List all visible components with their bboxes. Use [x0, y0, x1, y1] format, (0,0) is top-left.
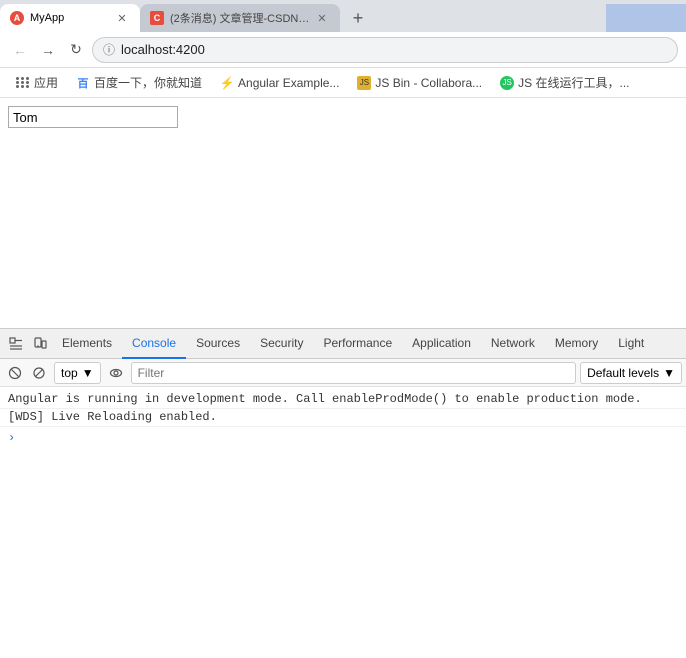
tab-1-title: MyApp	[30, 12, 110, 24]
page-content	[0, 98, 686, 328]
tab-sources[interactable]: Sources	[186, 329, 250, 359]
ban-icon-button[interactable]	[28, 362, 50, 384]
browser-chrome: A MyApp ✕ C (2条消息) 文章管理-CSDN博客 ✕ + ← → ↻…	[0, 0, 686, 98]
bookmark-angular[interactable]: ⚡ Angular Example...	[212, 71, 347, 95]
tab-bar: A MyApp ✕ C (2条消息) 文章管理-CSDN博客 ✕ +	[0, 0, 686, 32]
console-output: Angular is running in development mode. …	[0, 387, 686, 658]
levels-selector[interactable]: Default levels ▼	[580, 362, 682, 384]
tab-application[interactable]: Application	[402, 329, 481, 359]
bookmark-angular-label: Angular Example...	[238, 76, 339, 90]
new-tab-button[interactable]: +	[344, 4, 372, 32]
address-text: localhost:4200	[121, 42, 205, 57]
tab-1[interactable]: A MyApp ✕	[0, 4, 140, 32]
bookmark-jsonline-label: JS 在线运行工具，...	[518, 74, 629, 91]
console-toolbar-left	[4, 362, 50, 384]
apps-icon	[16, 76, 30, 90]
console-message-1: Angular is running in development mode. …	[0, 391, 686, 409]
console-message-2-text: [WDS] Live Reloading enabled.	[8, 410, 217, 424]
clear-console-button[interactable]	[4, 362, 26, 384]
jsbin-icon: JS	[357, 76, 371, 90]
tab-2-close[interactable]: ✕	[314, 10, 330, 26]
back-button[interactable]: ←	[8, 38, 32, 62]
bookmark-jsbin[interactable]: JS JS Bin - Collabora...	[349, 71, 490, 95]
address-bar[interactable]: ⓘ localhost:4200	[92, 37, 678, 63]
bookmark-apps-label: 应用	[34, 74, 58, 91]
name-input[interactable]	[8, 106, 178, 128]
tab-console[interactable]: Console	[122, 329, 186, 359]
console-message-2: [WDS] Live Reloading enabled.	[0, 409, 686, 427]
tab-1-close[interactable]: ✕	[114, 10, 130, 26]
tab-2-favicon: C	[150, 11, 164, 25]
lightning-icon: ⚡	[220, 76, 234, 90]
tab-performance[interactable]: Performance	[313, 329, 402, 359]
filter-input[interactable]	[131, 362, 576, 384]
eye-icon-button[interactable]	[105, 362, 127, 384]
tab-memory[interactable]: Memory	[545, 329, 608, 359]
tab-bar-spacer	[372, 4, 606, 32]
tab-network[interactable]: Network	[481, 329, 545, 359]
levels-value: Default levels	[587, 366, 659, 380]
context-dropdown-icon: ▼	[82, 366, 94, 380]
console-toolbar: top ▼ Default levels ▼	[0, 359, 686, 387]
bookmark-baidu[interactable]: 百 百度一下，你就知道	[68, 71, 210, 95]
nav-bar: ← → ↻ ⓘ localhost:4200	[0, 32, 686, 68]
console-message-1-text: Angular is running in development mode. …	[8, 392, 642, 406]
devtools-inspect-button[interactable]	[4, 332, 28, 356]
bookmarks-bar: 应用 百 百度一下，你就知道 ⚡ Angular Example... JS J…	[0, 68, 686, 98]
tab-2[interactable]: C (2条消息) 文章管理-CSDN博客 ✕	[140, 4, 340, 32]
bookmark-baidu-label: 百度一下，你就知道	[94, 74, 202, 91]
tab-security[interactable]: Security	[250, 329, 313, 359]
levels-dropdown-icon: ▼	[663, 366, 675, 380]
devtools-device-button[interactable]	[28, 332, 52, 356]
tab-lighthouse[interactable]: Light	[608, 329, 654, 359]
context-value: top	[61, 366, 78, 380]
devtools-tabs: Elements Console Sources Security Perfor…	[52, 329, 682, 359]
protocol-icon: ⓘ	[103, 41, 115, 58]
bookmark-jsonline[interactable]: JS JS 在线运行工具，...	[492, 71, 637, 95]
console-prompt[interactable]: ›	[0, 427, 686, 449]
devtools-panel: Elements Console Sources Security Perfor…	[0, 328, 686, 658]
forward-button[interactable]: →	[36, 38, 60, 62]
jsonline-icon: JS	[500, 76, 514, 90]
baidu-icon: 百	[76, 76, 90, 90]
context-selector[interactable]: top ▼	[54, 362, 101, 384]
tab-2-title: (2条消息) 文章管理-CSDN博客	[170, 10, 310, 26]
console-prompt-icon: ›	[8, 431, 15, 445]
reload-button[interactable]: ↻	[64, 38, 88, 62]
tab-elements[interactable]: Elements	[52, 329, 122, 359]
user-area	[606, 4, 686, 32]
tab-1-favicon: A	[10, 11, 24, 25]
devtools-toolbar: Elements Console Sources Security Perfor…	[0, 329, 686, 359]
bookmark-jsbin-label: JS Bin - Collabora...	[375, 76, 482, 90]
bookmark-apps[interactable]: 应用	[8, 71, 66, 95]
